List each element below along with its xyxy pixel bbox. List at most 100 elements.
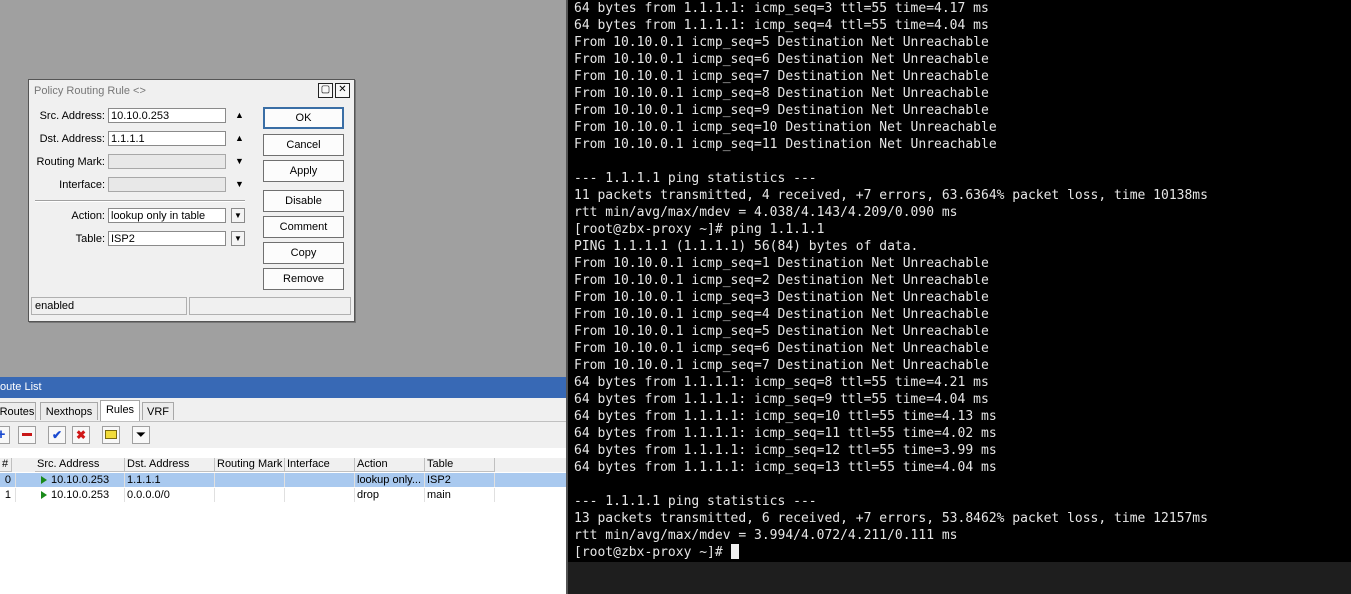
interface-dropdown-icon[interactable]: ▼ [235,179,244,189]
terminal-line: From 10.10.0.1 icmp_seq=4 Destination Ne… [574,307,989,322]
disable-x-icon[interactable]: ✖ [72,426,90,444]
terminal-line: 64 bytes from 1.1.1.1: icmp_seq=12 ttl=5… [574,443,997,458]
terminal-line: From 10.10.0.1 icmp_seq=8 Destination Ne… [574,86,989,101]
action-select[interactable]: lookup only in table [108,208,226,223]
terminal-line: 64 bytes from 1.1.1.1: icmp_seq=11 ttl=5… [574,426,997,441]
dialog-separator [35,200,245,202]
remove-icon[interactable] [18,426,36,444]
route-list-tabs: Routes Nexthops Rules VRF [0,398,568,422]
row-interface [285,488,355,502]
cancel-button[interactable]: Cancel [263,134,344,156]
col-interface[interactable]: Interface [285,458,355,472]
interface-field[interactable] [108,177,226,192]
terminal-line: 64 bytes from 1.1.1.1: icmp_seq=9 ttl=55… [574,392,989,407]
add-icon[interactable]: + [0,426,10,444]
enabled-play-icon [41,491,47,499]
route-list-title[interactable]: oute List [0,377,568,398]
tab-rules[interactable]: Rules [100,400,140,421]
enable-check-icon[interactable]: ✔ [48,426,66,444]
tab-nexthops[interactable]: Nexthops [40,402,98,420]
row-dst-address: 0.0.0.0/0 [125,488,215,502]
routing-mark-dropdown-icon[interactable]: ▼ [235,156,244,166]
row-action: lookup only... [355,473,425,487]
terminal-line: 64 bytes from 1.1.1.1: icmp_seq=3 ttl=55… [574,1,989,16]
src-address-field[interactable]: 10.10.0.253 [108,108,226,123]
desktop-area: Policy Routing Rule <> ▢ ✕ Src. Address:… [0,0,568,594]
tab-routes[interactable]: Routes [0,402,36,420]
text-cursor [730,544,739,559]
terminal-line: 64 bytes from 1.1.1.1: icmp_seq=4 ttl=55… [574,18,989,33]
table-dropdown-icon[interactable]: ▼ [231,231,245,246]
routing-mark-label: Routing Mark: [36,156,105,168]
col-action[interactable]: Action [355,458,425,472]
col-dst-address[interactable]: Dst. Address [125,458,215,472]
terminal-line: --- 1.1.1.1 ping statistics --- [574,171,817,186]
src-address-label: Src. Address: [39,110,105,122]
disable-button[interactable]: Disable [263,190,344,212]
restore-icon[interactable]: ▢ [318,83,333,98]
comment-icon[interactable] [102,426,120,444]
terminal-line: From 10.10.0.1 icmp_seq=7 Destination Ne… [574,358,989,373]
col-number[interactable]: # [0,458,12,472]
policy-routing-rule-dialog: Policy Routing Rule <> ▢ ✕ Src. Address:… [28,79,355,322]
row-src-address: 10.10.0.253 [35,488,125,502]
terminal-prompt-line[interactable]: [root@zbx-proxy ~]# [568,544,1351,561]
row-dst-address: 1.1.1.1 [125,473,215,487]
routing-mark-field[interactable] [108,154,226,169]
terminal-line: From 10.10.0.1 icmp_seq=6 Destination Ne… [574,52,989,67]
ok-button[interactable]: OK [263,107,344,129]
table-label: Table: [75,233,105,245]
terminal-line: From 10.10.0.1 icmp_seq=5 Destination Ne… [574,324,989,339]
terminal-line: --- 1.1.1.1 ping statistics --- [574,494,817,509]
terminal-line: From 10.10.0.1 icmp_seq=10 Destination N… [574,120,997,135]
action-dropdown-icon[interactable]: ▼ [231,208,245,223]
terminal-line: From 10.10.0.1 icmp_seq=6 Destination Ne… [574,341,989,356]
enabled-play-icon [41,476,47,484]
terminal-line: 64 bytes from 1.1.1.1: icmp_seq=10 ttl=5… [574,409,997,424]
row-routing-mark [215,473,285,487]
terminal-window[interactable]: 64 bytes from 1.1.1.1: icmp_seq=3 ttl=55… [568,0,1351,562]
row-routing-mark [215,488,285,502]
interface-label: Interface: [59,179,105,191]
action-label: Action: [71,210,105,222]
terminal-line: 11 packets transmitted, 4 received, +7 e… [574,188,1208,203]
tab-vrf[interactable]: VRF [142,402,174,420]
table-row[interactable]: 0 10.10.0.253 1.1.1.1 lookup only... ISP… [0,473,568,487]
terminal-line: [root@zbx-proxy ~]# ping 1.1.1.1 [574,222,825,237]
row-src-address: 10.10.0.253 [35,473,125,487]
row-table: main [425,488,495,502]
terminal-line: From 10.10.0.1 icmp_seq=7 Destination Ne… [574,69,989,84]
rules-table-header: # Src. Address Dst. Address Routing Mark… [0,458,568,472]
terminal-line: 13 packets transmitted, 6 received, +7 e… [574,511,1208,526]
row-number: 1 [0,488,16,502]
remove-button[interactable]: Remove [263,268,344,290]
col-src-address[interactable]: Src. Address [35,458,125,472]
status-text: enabled [31,297,187,315]
dst-address-collapse-icon[interactable]: ▲ [235,133,244,143]
filter-icon[interactable]: ⏷ [132,426,150,444]
apply-button[interactable]: Apply [263,160,344,182]
table-select[interactable]: ISP2 [108,231,226,246]
row-number: 0 [0,473,16,487]
src-address-collapse-icon[interactable]: ▲ [235,110,244,120]
copy-button[interactable]: Copy [263,242,344,264]
table-row[interactable]: 1 10.10.0.253 0.0.0.0/0 drop main [0,488,568,502]
dst-address-label: Dst. Address: [39,133,105,145]
terminal-line: 64 bytes from 1.1.1.1: icmp_seq=8 ttl=55… [574,375,989,390]
terminal-line: From 10.10.0.1 icmp_seq=2 Destination Ne… [574,273,989,288]
terminal-line: From 10.10.0.1 icmp_seq=5 Destination Ne… [574,35,989,50]
terminal-prompt: [root@zbx-proxy ~]# [574,545,731,560]
dialog-titlebar[interactable]: Policy Routing Rule <> ▢ ✕ [29,80,354,101]
comment-button[interactable]: Comment [263,216,344,238]
terminal-line: From 10.10.0.1 icmp_seq=3 Destination Ne… [574,290,989,305]
dst-address-field[interactable]: 1.1.1.1 [108,131,226,146]
terminal-line: From 10.10.0.1 icmp_seq=1 Destination Ne… [574,256,989,271]
col-table[interactable]: Table [425,458,495,472]
terminal-line: rtt min/avg/max/mdev = 4.038/4.143/4.209… [574,205,958,220]
terminal-bottom-area [568,562,1351,594]
terminal-line: 64 bytes from 1.1.1.1: icmp_seq=13 ttl=5… [574,460,997,475]
close-icon[interactable]: ✕ [335,83,350,98]
col-routing-mark[interactable]: Routing Mark [215,458,285,472]
